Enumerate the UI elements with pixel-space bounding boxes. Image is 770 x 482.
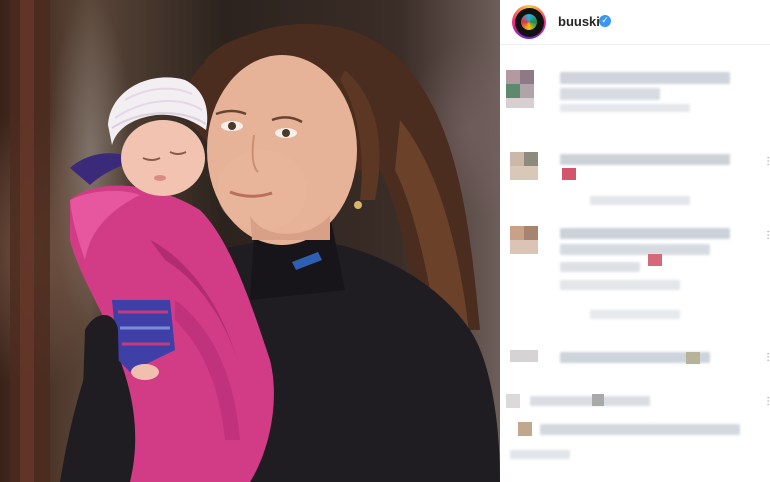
- post-side-panel: buuski ✓ ⋯ ⋯ ⋯ ⋯: [500, 0, 770, 482]
- comment-text-redacted: [560, 104, 690, 112]
- photo-illustration: [10, 0, 500, 482]
- verified-badge-icon: ✓: [599, 15, 611, 27]
- comment-text-redacted: [560, 154, 730, 165]
- comment-options-icon[interactable]: ⋯: [762, 230, 770, 240]
- comment-avatar[interactable]: [510, 350, 538, 362]
- comment-text-redacted: [540, 424, 740, 435]
- comment-text-redacted: [530, 396, 650, 406]
- comment-emoji: [592, 394, 604, 406]
- comment-avatar[interactable]: [510, 152, 524, 166]
- comment-text-redacted: [560, 72, 730, 84]
- comment-meta-redacted: [590, 310, 680, 319]
- header-divider: [500, 44, 770, 45]
- post-photo[interactable]: [0, 0, 500, 482]
- comment-text-redacted: [560, 88, 660, 100]
- comment-emoji: [648, 254, 662, 266]
- comment-avatar-part: [520, 84, 534, 98]
- comment-meta-redacted: [590, 196, 690, 205]
- comment-options-icon[interactable]: ⋯: [762, 396, 770, 406]
- comment-text-redacted: [560, 280, 680, 290]
- comment-text-redacted: [560, 262, 640, 272]
- comment-avatar[interactable]: [506, 394, 520, 408]
- comment-emoji: [562, 168, 576, 180]
- comment-options-icon[interactable]: ⋯: [762, 156, 770, 166]
- comment-avatar-part: [524, 226, 538, 240]
- comment-avatar[interactable]: [506, 70, 520, 84]
- comment-avatar[interactable]: [518, 422, 532, 436]
- comment-avatar[interactable]: [510, 226, 524, 240]
- comment-text-redacted: [560, 228, 730, 239]
- comment-avatar-part: [520, 70, 534, 84]
- comment-avatar-part: [510, 166, 538, 180]
- comment-text-redacted: [560, 244, 710, 255]
- avatar-ring-icon[interactable]: [512, 5, 546, 39]
- avatar: [514, 7, 544, 37]
- username-link[interactable]: buuski: [558, 14, 600, 29]
- comment-avatar-part: [506, 98, 534, 108]
- comment-avatar-part: [506, 84, 520, 98]
- comment-avatar-part: [524, 152, 538, 166]
- post-header: buuski ✓: [500, 0, 770, 44]
- avatar-image: [521, 14, 537, 30]
- comment-meta-redacted: [510, 450, 570, 459]
- comment-emoji: [686, 352, 700, 364]
- comment-avatar-part: [510, 240, 538, 254]
- comment-options-icon[interactable]: ⋯: [762, 352, 770, 362]
